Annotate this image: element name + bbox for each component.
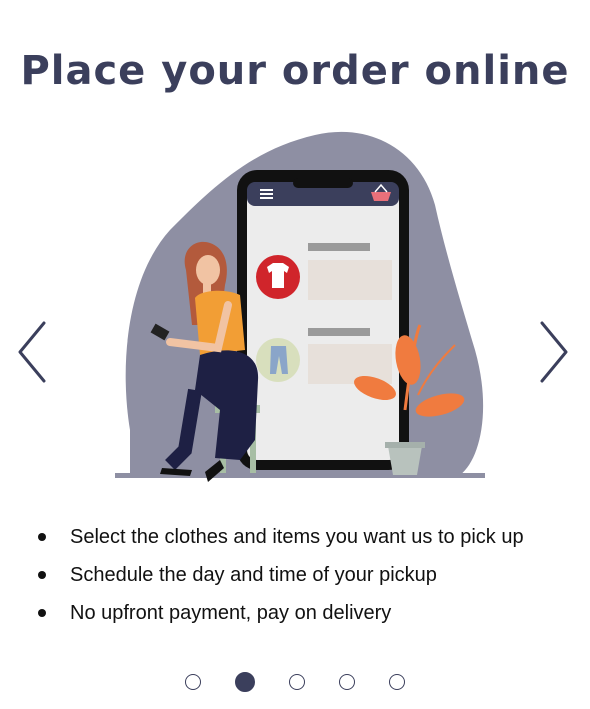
order-online-illustration [115,131,485,482]
previous-slide-button[interactable] [12,320,52,384]
phone-illustration [237,170,409,470]
chevron-right-icon [540,321,568,383]
hamburger-menu-icon [260,189,273,199]
carousel-pagination [0,672,590,692]
bullet-dot [38,533,46,541]
list-item: No upfront payment, pay on delivery [38,594,578,632]
list-item-text: No upfront payment, pay on delivery [70,602,392,624]
pagination-dot-5[interactable] [389,674,405,690]
chevron-left-icon [18,321,46,383]
pagination-dot-4[interactable] [339,674,355,690]
page-title: Place your order online [20,48,570,94]
bullet-dot [38,571,46,579]
list-item: Schedule the day and time of your pickup [38,556,578,594]
list-item-text: Schedule the day and time of your pickup [70,564,437,586]
list-item-text: Select the clothes and items you want us… [70,526,524,548]
pagination-dot-2[interactable] [235,672,255,692]
list-item: Select the clothes and items you want us… [38,518,578,556]
feature-list: Select the clothes and items you want us… [38,518,578,632]
carousel [0,120,590,500]
pagination-dot-3[interactable] [289,674,305,690]
next-slide-button[interactable] [534,320,574,384]
pagination-dot-1[interactable] [185,674,201,690]
bullet-dot [38,609,46,617]
